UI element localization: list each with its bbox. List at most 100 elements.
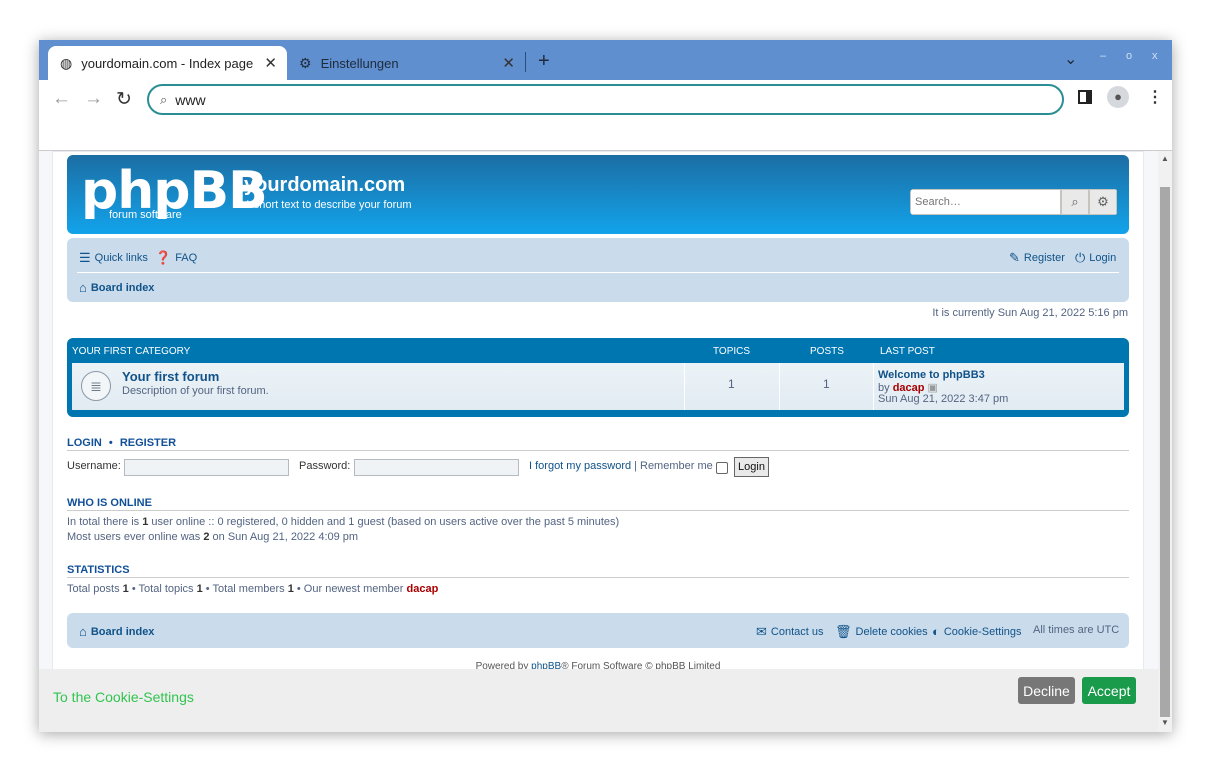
decline-button[interactable]: Decline [1018, 677, 1075, 704]
footer-navbar: ⌂ Board index ✉ Contact us 🗑 Delete cook… [67, 613, 1129, 648]
side-panel-icon[interactable] [1078, 90, 1092, 104]
footer-board-index-link[interactable]: ⌂ Board index [79, 624, 154, 639]
tab-index-page[interactable]: ◍ yourdomain.com - Index page ✕ [48, 46, 287, 80]
text: In total there is [67, 516, 143, 528]
col-last-post: LAST POST [880, 346, 935, 357]
scroll-down-icon[interactable]: ▼ [1161, 718, 1169, 727]
faq-label: FAQ [175, 252, 198, 264]
edit-icon: ✎ [1009, 250, 1020, 265]
forgot-password-link[interactable]: I forgot my password [529, 460, 631, 472]
register-link[interactable]: ✎ Register [1009, 250, 1065, 266]
tab-title: yourdomain.com - Index page [81, 55, 254, 71]
gear-icon: ⚙ [299, 54, 312, 71]
login-button[interactable]: Login [734, 457, 769, 477]
separator: | [634, 460, 637, 472]
trash-icon: 🗑 [835, 624, 852, 639]
login-heading-link[interactable]: LOGIN [67, 437, 102, 449]
category-title[interactable]: YOUR FIRST CATEGORY [72, 346, 190, 357]
online-line-2: Most users ever online was 2 on Sun Aug … [67, 531, 358, 543]
password-label: Password: [299, 460, 351, 472]
text: • Total members [202, 583, 288, 595]
text: Most users ever online was [67, 531, 204, 543]
text: Total posts [67, 583, 123, 595]
cell-separator [873, 363, 874, 410]
back-icon[interactable]: ← [52, 88, 71, 110]
newest-member-link[interactable]: dacap [407, 583, 439, 595]
last-post-title[interactable]: Welcome to phpBB3 [878, 369, 985, 381]
username-label: Username: [67, 460, 121, 472]
text: • Total topics [128, 583, 197, 595]
board-index-label: Board index [90, 625, 155, 638]
current-time: It is currently Sun Aug 21, 2022 5:16 pm [932, 307, 1128, 319]
text: user online :: 0 registered, 0 hidden an… [148, 516, 620, 528]
tab-strip: ◍ yourdomain.com - Index page ✕ ⚙ Einste… [39, 40, 1172, 80]
cell-separator [684, 363, 685, 410]
bars-icon: ☰ [79, 250, 91, 265]
login-label: Login [1089, 252, 1117, 264]
maximize-button[interactable]: o [1126, 50, 1132, 62]
online-line-1: In total there is 1 user online :: 0 reg… [67, 516, 619, 528]
statistics-heading: STATISTICS [67, 564, 130, 576]
page-viewport: phpBB forum software yourdomain.com A sh… [39, 151, 1172, 732]
username-field[interactable] [124, 459, 289, 476]
address-bar[interactable]: ⌕ [147, 84, 1064, 115]
delete-cookies-link[interactable]: 🗑 Delete cookies [835, 624, 928, 640]
close-window-button[interactable]: x [1152, 50, 1158, 62]
scroll-up-icon[interactable]: ▲ [1161, 154, 1169, 163]
power-icon: ⏻ [1075, 250, 1086, 265]
close-icon[interactable]: ✕ [264, 54, 277, 72]
cookie-settings-label: Cookie-Settings [943, 625, 1022, 638]
question-icon: ❓ [155, 250, 172, 265]
remember-checkbox[interactable] [716, 462, 728, 474]
navbar: ☰ Quick links ❓ FAQ ✎ Register ⏻ Login ⌂… [67, 238, 1129, 302]
close-icon[interactable]: ✕ [502, 54, 515, 72]
section-divider [67, 510, 1129, 511]
col-topics: TOPICS [713, 346, 751, 357]
login-link[interactable]: ⏻ Login [1075, 250, 1116, 266]
forum-category: YOUR FIRST CATEGORY TOPICS POSTS LAST PO… [67, 338, 1129, 417]
tab-einstellungen[interactable]: ⚙ Einstellungen ✕ [287, 46, 525, 80]
forum-title[interactable]: Your first forum [122, 369, 219, 384]
cookie-settings-link[interactable]: To the Cookie-Settings [53, 689, 194, 705]
forum-description: Description of your first forum. [122, 385, 269, 397]
remember-label: Remember me [640, 460, 713, 472]
scrollbar[interactable]: ▲ ▼ [1158, 151, 1172, 732]
password-field[interactable] [354, 459, 519, 476]
board-index-link[interactable]: ⌂ Board index [79, 280, 154, 295]
cog-icon[interactable]: ⚙ [1089, 189, 1117, 215]
forward-icon[interactable]: → [84, 88, 103, 110]
profile-icon[interactable]: ● [1107, 86, 1129, 108]
reload-icon[interactable]: ↻ [116, 88, 132, 111]
cookie-settings-link[interactable]: ◐ Cookie-Settings [932, 624, 1022, 639]
forum-row: ≣ Your first forum Description of your f… [72, 363, 1124, 410]
address-input[interactable] [175, 91, 996, 108]
site-header: phpBB forum software yourdomain.com A sh… [67, 155, 1129, 234]
faq-link[interactable]: ❓ FAQ [155, 250, 197, 266]
logo-subtitle: forum software [109, 209, 182, 221]
minimize-button[interactable]: – [1100, 50, 1106, 62]
new-tab-button[interactable]: + [538, 50, 550, 73]
forum-page: phpBB forum software yourdomain.com A sh… [52, 151, 1144, 731]
search-input[interactable] [910, 189, 1061, 215]
envelope-icon: ✉ [756, 624, 767, 639]
tab-search-button[interactable]: ⌄ [1064, 49, 1077, 69]
site-title: yourdomain.com [244, 174, 406, 196]
login-heading: LOGIN • REGISTER [67, 437, 176, 449]
contact-label: Contact us [770, 626, 824, 638]
cookie-icon: ◐ [932, 624, 940, 639]
browser-window: ◍ yourdomain.com - Index page ✕ ⚙ Einste… [39, 40, 1172, 732]
quick-links-link[interactable]: ☰ Quick links [79, 250, 148, 266]
menu-icon[interactable]: ⋮ [1147, 87, 1163, 107]
cookie-bar: To the Cookie-Settings Decline Accept [39, 669, 1158, 732]
contact-us-link[interactable]: ✉ Contact us [756, 624, 824, 640]
register-heading-link[interactable]: REGISTER [120, 437, 176, 449]
navbar-divider [77, 272, 1119, 273]
scroll-thumb[interactable] [1160, 187, 1170, 717]
forum-read-icon: ≣ [81, 371, 111, 401]
site-description: A short text to describe your forum [244, 199, 412, 211]
register-label: Register [1023, 252, 1065, 264]
who-is-online-heading[interactable]: WHO IS ONLINE [67, 497, 152, 509]
search-icon[interactable]: ⌕ [1061, 189, 1089, 215]
accept-button[interactable]: Accept [1082, 677, 1136, 704]
text: • Our newest member [293, 583, 407, 595]
